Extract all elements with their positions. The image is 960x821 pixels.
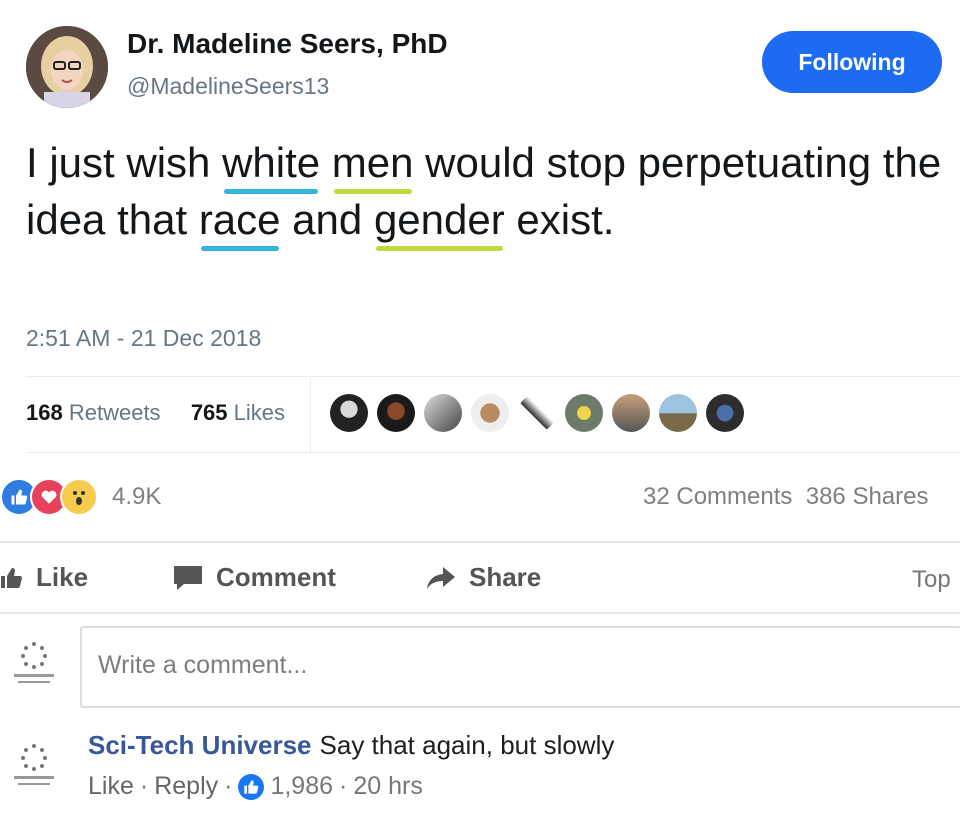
likes-label[interactable]: Likes — [234, 400, 285, 425]
tweet-stats: 168 Retweets 765 Likes — [26, 400, 285, 426]
reaction-icons[interactable] — [0, 478, 98, 516]
comment-like-link[interactable]: Like — [88, 772, 134, 801]
liker-avatar[interactable] — [330, 394, 368, 432]
like-badge-icon — [238, 773, 265, 800]
shares-count[interactable]: 386 Shares — [806, 483, 929, 510]
page-avatar[interactable] — [6, 634, 62, 692]
tweet-text-segment — [320, 139, 332, 186]
engagement-counts: 32 Comments 386 Shares — [643, 483, 929, 511]
separator-dot: · — [339, 772, 348, 800]
divider — [26, 452, 960, 453]
separator-dot: · — [139, 772, 149, 800]
share-label: Share — [469, 562, 542, 592]
liker-avatar[interactable] — [612, 394, 650, 432]
author-photo — [26, 26, 108, 108]
share-arrow-icon — [427, 566, 455, 589]
comment-like-count[interactable]: 1,986 — [270, 772, 333, 801]
liker-avatar[interactable] — [471, 394, 509, 432]
underlined-word: gender — [374, 191, 505, 251]
tweet-text-segment: I just wish — [26, 139, 223, 186]
liker-avatar[interactable] — [565, 394, 603, 432]
liker-avatar[interactable] — [377, 394, 415, 432]
likes-count: 765 — [190, 400, 228, 425]
underlined-word: race — [199, 191, 281, 251]
divider — [0, 612, 960, 614]
comment-reply-link[interactable]: Reply — [154, 772, 218, 801]
comment-icon — [174, 565, 202, 590]
top-comments-sort[interactable]: Top — [912, 566, 951, 594]
comment-input[interactable] — [96, 650, 920, 681]
divider — [26, 376, 960, 377]
reaction-count[interactable]: 4.9K — [112, 483, 161, 511]
divider — [310, 378, 311, 454]
commenter-name[interactable]: Sci-Tech Universe — [88, 730, 312, 760]
liker-avatars — [330, 394, 744, 432]
comment: Sci-Tech Universe Say that again, but slo… — [88, 730, 614, 761]
comment-actions: Like · Reply · 1,986 · 20 hrs — [88, 772, 423, 801]
liker-avatar[interactable] — [659, 394, 697, 432]
thumbs-up-icon — [1, 567, 22, 588]
like-label: Like — [36, 562, 89, 592]
author-avatar[interactable] — [26, 26, 108, 108]
author-handle[interactable]: @MadelineSeers13 — [127, 73, 329, 100]
following-button[interactable]: Following — [762, 31, 942, 93]
separator-dot: · — [224, 772, 233, 800]
sci-tech-logo — [14, 744, 54, 785]
comment-button[interactable]: Comment — [172, 562, 336, 593]
author-name[interactable]: Dr. Madeline Seers, PhD — [127, 28, 448, 60]
underlined-word: white — [222, 134, 320, 194]
comments-count[interactable]: 32 Comments — [643, 483, 792, 510]
comment-label: Comment — [216, 562, 336, 592]
underlined-word: men — [332, 134, 414, 194]
commenter-avatar[interactable] — [6, 736, 62, 794]
liker-avatar[interactable] — [706, 394, 744, 432]
comment-text: Say that again, but slowly — [319, 730, 615, 760]
tweet-text-segment: exist. — [504, 196, 615, 243]
retweets-label[interactable]: Retweets — [69, 400, 161, 425]
liker-avatar[interactable] — [518, 394, 556, 432]
tweet-text-segment: and — [280, 196, 374, 243]
divider — [0, 541, 960, 543]
tweet-timestamp[interactable]: 2:51 AM - 21 Dec 2018 — [26, 325, 261, 352]
wow-icon — [60, 478, 98, 516]
like-button[interactable]: Like — [0, 562, 88, 593]
share-button[interactable]: Share — [425, 562, 541, 593]
comment-age[interactable]: 20 hrs — [353, 772, 422, 801]
sci-tech-logo — [14, 642, 54, 683]
comment-input-box[interactable] — [80, 626, 960, 708]
liker-avatar[interactable] — [424, 394, 462, 432]
tweet-text: I just wish white men would stop perpetu… — [26, 134, 951, 251]
retweets-count: 168 — [26, 400, 63, 425]
